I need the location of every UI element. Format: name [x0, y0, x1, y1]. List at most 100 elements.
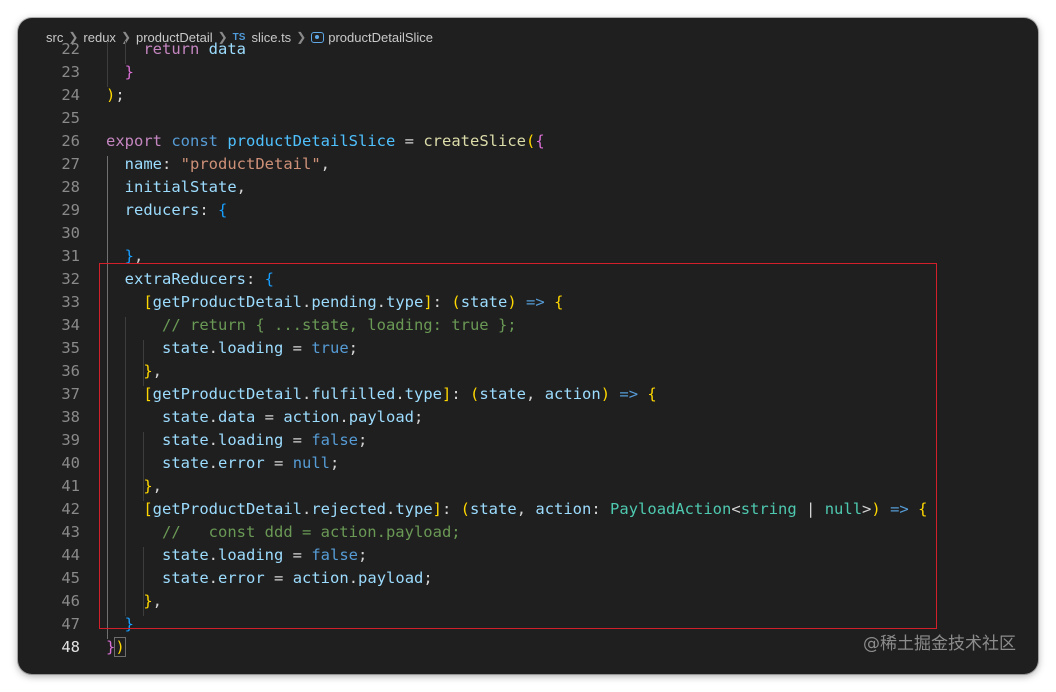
- code-line[interactable]: 29 reducers: {: [18, 199, 1038, 222]
- code-line[interactable]: 26 export const productDetailSlice = crea…: [18, 130, 1038, 153]
- code-token: loading: [218, 431, 284, 449]
- code-editor[interactable]: 22 return data 23 } 24); 25 26 export const p…: [18, 41, 1038, 674]
- code-line[interactable]: 41 },: [18, 475, 1038, 498]
- line-number: 45: [61, 569, 80, 587]
- code-token: action: [535, 500, 592, 518]
- code-line[interactable]: 46 },: [18, 590, 1038, 613]
- line-number: 44: [61, 546, 80, 564]
- code-line[interactable]: 24);: [18, 84, 1038, 107]
- code-token: type: [395, 500, 433, 518]
- code-line[interactable]: 27 name: "productDetail",: [18, 153, 1038, 176]
- code-line[interactable]: 45 state.error = action.payload;: [18, 567, 1038, 590]
- code-line[interactable]: 23 }: [18, 61, 1038, 84]
- code-line[interactable]: 31 },: [18, 245, 1038, 268]
- code-token: .: [339, 408, 349, 426]
- code-token: ;: [348, 339, 359, 357]
- code-text: }): [106, 636, 126, 659]
- line-number: 24: [61, 86, 80, 104]
- code-line[interactable]: 35 state.loading = true;: [18, 337, 1038, 360]
- code-token: =: [395, 132, 424, 150]
- code-token: ): [507, 293, 517, 311]
- code-line[interactable]: 30: [18, 222, 1038, 245]
- code-token: }: [143, 362, 153, 380]
- code-token: {: [264, 270, 275, 288]
- code-token: ): [871, 500, 881, 518]
- code-line[interactable]: 40 state.error = null;: [18, 452, 1038, 475]
- code-line[interactable]: 42 [getProductDetail.rejected.type]: (st…: [18, 498, 1038, 521]
- line-number: 46: [61, 592, 80, 610]
- code-token: }: [124, 615, 135, 633]
- code-token: |: [796, 500, 825, 518]
- code-line[interactable]: 38 state.data = action.payload;: [18, 406, 1038, 429]
- code-line[interactable]: 32 extraReducers: {: [18, 268, 1038, 291]
- code-token: .: [395, 385, 405, 403]
- code-token: .: [301, 293, 312, 311]
- code-token: action: [544, 385, 601, 403]
- code-text: state.loading = false;: [106, 429, 367, 452]
- code-token: state: [162, 569, 209, 587]
- code-text: },: [106, 475, 162, 498]
- code-line[interactable]: 33 [getProductDetail.pending.type]: (sta…: [18, 291, 1038, 314]
- code-token: [: [143, 500, 153, 518]
- code-text: state.data = action.payload;: [106, 406, 423, 429]
- line-number: 32: [61, 270, 80, 288]
- code-token: initialState: [124, 178, 237, 196]
- code-text: return data: [106, 41, 246, 61]
- code-line[interactable]: 22 return data: [18, 41, 1038, 61]
- code-token: extraReducers: [124, 270, 246, 288]
- code-token: export: [106, 132, 162, 150]
- code-line[interactable]: 34 // return { ...state, loading: true }…: [18, 314, 1038, 337]
- code-line[interactable]: 36 },: [18, 360, 1038, 383]
- code-token: ;: [115, 86, 125, 104]
- code-line[interactable]: 28 initialState,: [18, 176, 1038, 199]
- code-token: >: [862, 500, 872, 518]
- code-token: .: [348, 569, 359, 587]
- code-line[interactable]: 44 state.loading = false;: [18, 544, 1038, 567]
- code-token: .: [301, 385, 312, 403]
- code-token: ;: [414, 408, 424, 426]
- code-token: {: [647, 385, 657, 403]
- code-token: ,: [134, 247, 144, 265]
- code-line[interactable]: 43 // const ddd = action.payload;: [18, 521, 1038, 544]
- code-token: =: [264, 454, 293, 472]
- line-number: 38: [61, 408, 80, 426]
- code-token: null: [292, 454, 331, 472]
- code-token: ,: [526, 385, 545, 403]
- code-text: }: [106, 61, 134, 84]
- line-number: 43: [61, 523, 80, 541]
- line-number: 26: [61, 132, 80, 150]
- code-line[interactable]: 39 state.loading = false;: [18, 429, 1038, 452]
- code-token: .: [208, 339, 219, 357]
- code-token: type: [386, 293, 424, 311]
- code-token: :: [162, 155, 181, 173]
- code-token: =: [255, 408, 284, 426]
- code-token: return: [143, 41, 200, 58]
- code-line[interactable]: 37 [getProductDetail.fulfilled.type]: (s…: [18, 383, 1038, 406]
- code-token: .: [208, 431, 219, 449]
- code-token: ]: [423, 293, 433, 311]
- code-token: .: [385, 500, 396, 518]
- line-number: 35: [61, 339, 80, 357]
- code-token: ;: [358, 546, 368, 564]
- line-number: 29: [61, 201, 80, 219]
- code-token: ): [106, 86, 116, 104]
- code-line[interactable]: 25: [18, 107, 1038, 130]
- code-token: ;: [423, 569, 433, 587]
